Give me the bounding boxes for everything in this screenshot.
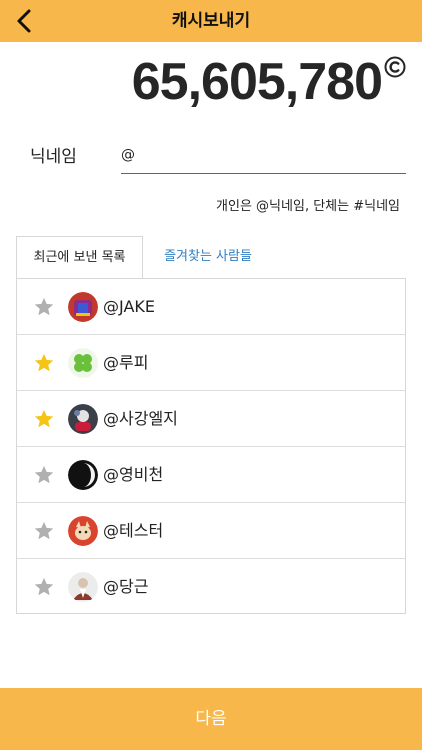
- next-button[interactable]: 다음: [0, 688, 422, 750]
- tab-recent-sent[interactable]: 최근에 보낸 목록: [16, 236, 143, 278]
- list-item[interactable]: @사강엘지: [17, 391, 405, 447]
- top-bar: 캐시보내기: [0, 0, 422, 42]
- page-title: 캐시보내기: [171, 11, 251, 31]
- list-item[interactable]: @JAKE: [17, 279, 405, 335]
- cash-c-icon: [384, 56, 406, 78]
- nickname-label: 닉네임: [30, 147, 77, 167]
- nickname-hint: 개인은 @닉네임, 단체는 #닉네임: [216, 199, 400, 214]
- star-icon[interactable]: [33, 352, 55, 374]
- tab-favorites[interactable]: 즐겨찾는 사람들: [143, 236, 273, 278]
- list-item[interactable]: @루피: [17, 335, 405, 391]
- star-icon[interactable]: [33, 576, 55, 598]
- recipient-name: @JAKE: [103, 297, 155, 316]
- recipient-name: @영비천: [103, 465, 164, 484]
- recipient-name: @사강엘지: [103, 409, 178, 428]
- recipient-tabs: 최근에 보낸 목록 즐겨찾는 사람들: [16, 236, 406, 278]
- recipient-name: @루피: [103, 353, 149, 372]
- avatar: [68, 516, 98, 546]
- nickname-input[interactable]: [121, 136, 406, 174]
- list-item[interactable]: @당근: [17, 559, 405, 615]
- avatar: [68, 292, 98, 322]
- avatar: [68, 404, 98, 434]
- star-icon[interactable]: [33, 464, 55, 486]
- recipient-name: @당근: [103, 577, 149, 596]
- avatar: [68, 460, 98, 490]
- list-item[interactable]: @영비천: [17, 447, 405, 503]
- star-icon[interactable]: [33, 408, 55, 430]
- recipient-list: @JAKE @루피 @사강엘지 @영비천 @테스터 @당근: [16, 278, 406, 614]
- avatar: [68, 348, 98, 378]
- balance-display: 65,605,780: [132, 52, 406, 112]
- list-item[interactable]: @테스터: [17, 503, 405, 559]
- recipient-name: @테스터: [103, 521, 164, 540]
- balance-amount: 65,605,780: [131, 53, 383, 111]
- star-icon[interactable]: [33, 296, 55, 318]
- avatar: [68, 572, 98, 602]
- star-icon[interactable]: [33, 520, 55, 542]
